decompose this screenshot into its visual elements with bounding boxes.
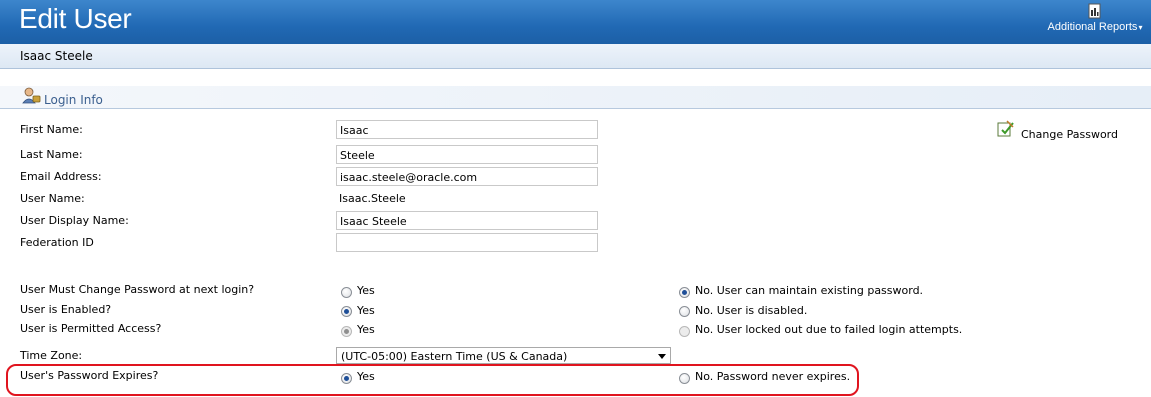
permitted-yes-label: Yes	[357, 323, 375, 336]
password-expires-no-label: No. Password never expires.	[695, 370, 851, 383]
edit-password-icon	[997, 120, 1014, 137]
federation-id-field[interactable]	[336, 233, 598, 252]
enabled-no-label: No. User is disabled.	[695, 304, 808, 317]
page-header: Edit User Additional Reports▾	[0, 0, 1151, 44]
must-change-no-label: No. User can maintain existing password.	[695, 284, 924, 297]
change-password-label: Change Password	[1021, 128, 1118, 141]
enabled-yes-radio[interactable]	[341, 306, 352, 317]
user-login-icon	[22, 87, 41, 104]
last-name-field[interactable]: Steele	[336, 145, 598, 164]
email-label: Email Address:	[20, 170, 102, 183]
last-name-label: Last Name:	[20, 148, 83, 161]
permitted-yes-radio	[341, 326, 352, 337]
must-change-yes-label: Yes	[357, 284, 375, 297]
federation-id-label: Federation ID	[20, 236, 94, 249]
time-zone-select[interactable]: (UTC-05:00) Eastern Time (US & Canada)	[336, 347, 671, 364]
user-name-bar: Isaac Steele	[0, 44, 1151, 69]
display-name-field[interactable]: Isaac Steele	[336, 211, 598, 230]
email-field[interactable]: isaac.steele@oracle.com	[336, 167, 598, 186]
chevron-down-icon: ▾	[1138, 23, 1143, 32]
display-name-label: User Display Name:	[20, 214, 129, 227]
enabled-yes-label: Yes	[357, 304, 375, 317]
permitted-no-radio	[679, 326, 690, 337]
user-name-value: Isaac.Steele	[339, 192, 406, 205]
user-name-label: User Name:	[20, 192, 85, 205]
user-full-name: Isaac Steele	[20, 49, 93, 63]
permitted-no-label: No. User locked out due to failed login …	[695, 323, 963, 336]
report-document-icon	[1088, 3, 1101, 19]
chevron-down-icon	[658, 354, 666, 359]
first-name-label: First Name:	[20, 123, 83, 136]
section-title: Login Info	[44, 93, 103, 107]
password-expires-label: User's Password Expires?	[20, 369, 159, 382]
password-expires-no-radio[interactable]	[679, 373, 690, 384]
must-change-no-radio[interactable]	[679, 287, 690, 298]
user-enabled-label: User is Enabled?	[20, 303, 112, 316]
enabled-no-radio[interactable]	[679, 306, 690, 317]
time-zone-value: (UTC-05:00) Eastern Time (US & Canada)	[341, 350, 568, 363]
password-expires-yes-radio[interactable]	[341, 373, 352, 384]
permitted-access-label: User is Permitted Access?	[20, 322, 162, 335]
time-zone-label: Time Zone:	[20, 349, 83, 362]
login-info-section-header: Login Info	[0, 86, 1151, 109]
additional-reports-label: Additional Reports	[1047, 21, 1138, 33]
first-name-field[interactable]: Isaac	[336, 120, 598, 139]
additional-reports-menu[interactable]: Additional Reports▾	[1045, 3, 1145, 33]
page-title: Edit User	[19, 3, 132, 34]
password-expires-yes-label: Yes	[357, 370, 375, 383]
must-change-yes-radio[interactable]	[341, 287, 352, 298]
must-change-password-label: User Must Change Password at next login?	[20, 283, 255, 296]
